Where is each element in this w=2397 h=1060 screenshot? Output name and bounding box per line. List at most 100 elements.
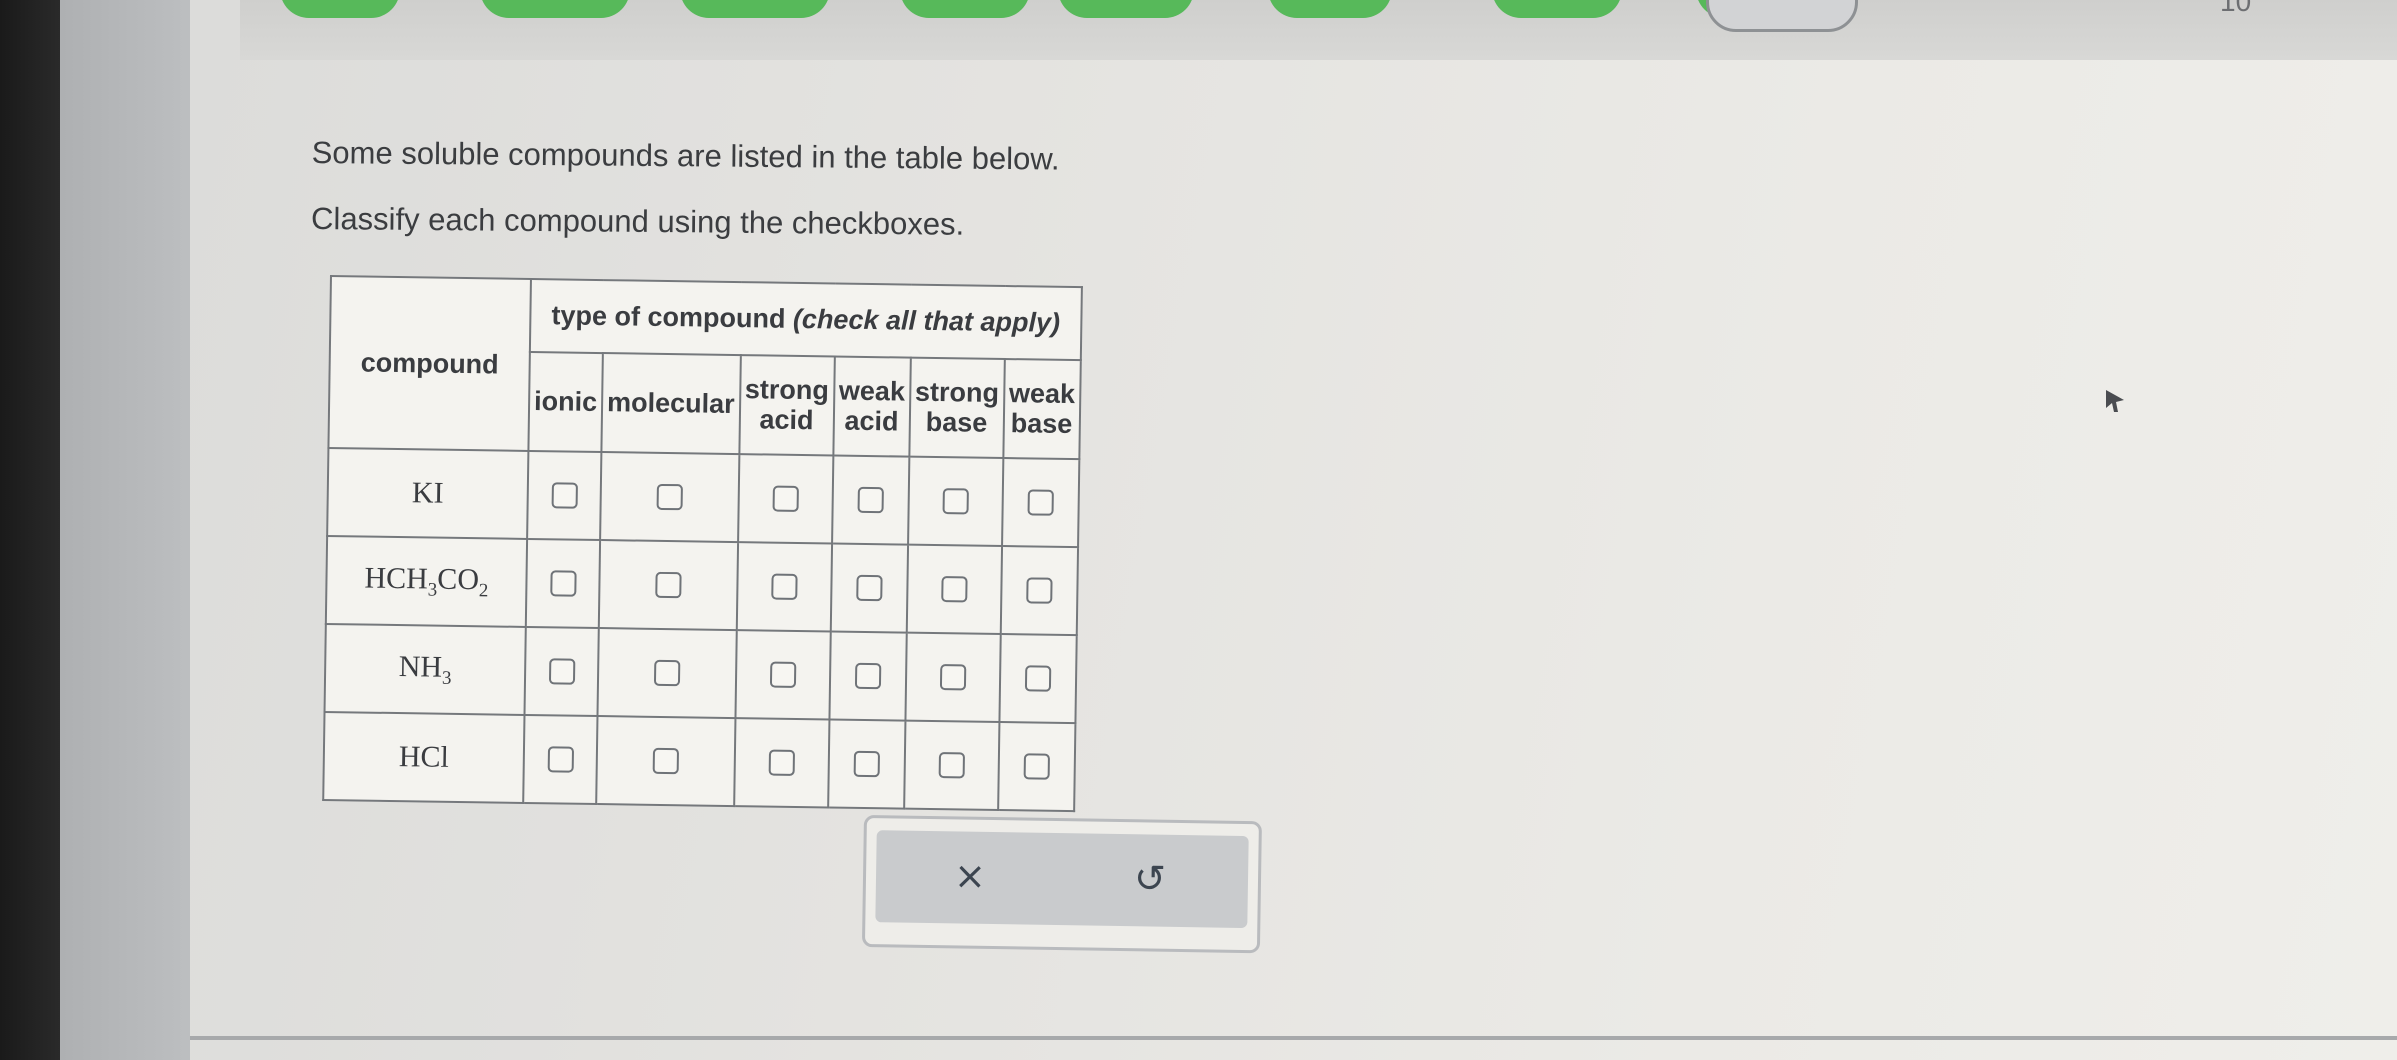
checkbox-cell xyxy=(524,626,599,717)
column-header-line: acid xyxy=(759,404,814,436)
column-header-line: strong xyxy=(744,374,830,406)
checkbox-cell xyxy=(527,450,602,541)
checkbox-cell xyxy=(907,456,1003,546)
progress-pill xyxy=(1058,0,1194,18)
progress-count: 10 xyxy=(2220,0,2252,17)
progress-pill xyxy=(1268,0,1392,18)
compound-row: KI xyxy=(327,447,1080,548)
checkbox-cell xyxy=(831,455,910,545)
classification-checkbox[interactable] xyxy=(940,576,968,603)
column-header: strong base xyxy=(909,357,1005,459)
classification-checkbox[interactable] xyxy=(769,661,796,688)
classification-checkbox[interactable] xyxy=(548,658,575,685)
classification-checkbox[interactable] xyxy=(551,482,578,509)
checkbox-cell xyxy=(830,543,908,633)
top-progress-bar: 10 xyxy=(240,0,2397,60)
checkbox-cell xyxy=(827,719,906,809)
compound-row: HCH3CO2 xyxy=(325,535,1078,636)
type-of-compound-header: type of compound (check all that apply) xyxy=(529,278,1082,360)
checkbox-cell xyxy=(905,632,1001,722)
formula-symbol: HCH xyxy=(364,561,429,595)
classification-checkbox[interactable] xyxy=(768,749,795,776)
question-instruction: Classify each compound using the checkbo… xyxy=(310,200,965,242)
column-header-line: weak xyxy=(838,375,906,407)
compound-formula: KI xyxy=(327,447,529,539)
formula-symbol: NH xyxy=(398,649,443,684)
progress-pill xyxy=(1492,0,1622,18)
classification-checkbox[interactable] xyxy=(655,571,682,599)
question-text: Some soluble compounds are listed in the… xyxy=(311,120,1060,259)
checkbox-cell xyxy=(906,544,1002,634)
checkbox-cell xyxy=(1001,458,1080,548)
column-header: strong acid xyxy=(738,354,835,456)
checkbox-cell xyxy=(1000,545,1078,636)
checkbox-cell xyxy=(523,714,598,805)
classification-checkbox[interactable] xyxy=(857,486,884,514)
compound-row: NH3 xyxy=(324,623,1077,724)
classification-checkbox[interactable] xyxy=(652,747,679,775)
classification-checkbox[interactable] xyxy=(1024,665,1051,692)
checkbox-cell xyxy=(999,633,1077,724)
column-header-line: base xyxy=(925,407,988,439)
compound-column-header: compound xyxy=(328,276,531,451)
checkbox-cell xyxy=(597,628,737,719)
mouse-cursor-icon xyxy=(2106,390,2124,412)
classification-checkbox[interactable] xyxy=(1027,489,1054,516)
compound-row: HCl xyxy=(323,711,1076,812)
checkbox-cell xyxy=(997,721,1076,812)
classification-checkbox[interactable] xyxy=(656,483,683,511)
formula-symbol: HCl xyxy=(398,740,450,774)
checkbox-cell xyxy=(600,452,739,543)
classification-checkbox[interactable] xyxy=(938,752,965,779)
checkbox-cell xyxy=(598,540,738,631)
column-header-line: ionic xyxy=(533,386,598,418)
action-bar: × ↺ xyxy=(875,830,1249,929)
classification-checkbox[interactable] xyxy=(939,664,966,691)
column-header-line: weak xyxy=(1008,378,1076,410)
classification-checkbox[interactable] xyxy=(547,746,574,773)
formula-subscript: 2 xyxy=(478,579,489,601)
classification-checkbox[interactable] xyxy=(653,659,681,687)
classification-checkbox[interactable] xyxy=(549,570,577,597)
progress-pill xyxy=(680,0,830,18)
column-header-line: acid xyxy=(844,406,899,437)
checkbox-cell xyxy=(829,631,907,721)
progress-pill xyxy=(480,0,630,18)
classification-checkbox[interactable] xyxy=(770,573,798,600)
column-header-line: base xyxy=(1010,408,1073,440)
progress-pill-current[interactable] xyxy=(1706,0,1858,32)
type-header-note: (check all that apply) xyxy=(792,304,1061,339)
column-header-line: molecular xyxy=(606,387,735,420)
classification-checkbox[interactable] xyxy=(942,488,969,515)
column-header: weak acid xyxy=(832,356,911,457)
formula-symbol: CO xyxy=(437,562,480,596)
progress-pill xyxy=(280,0,400,18)
column-header: molecular xyxy=(601,352,741,455)
classification-checkbox[interactable] xyxy=(855,574,883,602)
checkbox-cell xyxy=(735,630,831,720)
undo-button[interactable]: ↺ xyxy=(1134,856,1167,900)
classification-checkbox[interactable] xyxy=(772,485,799,512)
progress-pill xyxy=(900,0,1030,18)
column-header: weak base xyxy=(1002,358,1081,460)
compound-formula: HCH3CO2 xyxy=(325,535,528,627)
checkbox-cell xyxy=(903,720,1000,810)
classification-checkbox[interactable] xyxy=(854,662,881,690)
compound-header-label: compound xyxy=(360,347,499,380)
compound-formula: NH3 xyxy=(324,623,526,715)
classification-table-wrapper: compound type of compound (check all tha… xyxy=(322,275,1083,813)
formula-subscript: 3 xyxy=(441,667,452,689)
classification-checkbox[interactable] xyxy=(1025,577,1053,604)
formula-symbol: KI xyxy=(411,476,444,510)
classification-checkbox[interactable] xyxy=(853,750,880,778)
bottom-divider xyxy=(190,1036,2397,1040)
type-header-label: type of compound xyxy=(551,300,794,335)
column-header: ionic xyxy=(528,351,603,453)
compound-formula: HCl xyxy=(323,711,525,803)
checkbox-cell xyxy=(733,718,830,808)
clear-button[interactable]: × xyxy=(954,853,987,897)
formula-subscript: 3 xyxy=(427,578,438,601)
classification-checkbox[interactable] xyxy=(1023,753,1050,780)
checkbox-cell xyxy=(736,542,832,632)
question-intro: Some soluble compounds are listed in the… xyxy=(311,134,1060,177)
